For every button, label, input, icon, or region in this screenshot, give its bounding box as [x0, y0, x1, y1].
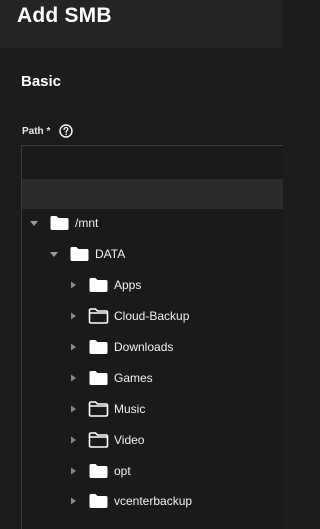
path-label: Path *	[22, 125, 51, 137]
path-input[interactable]	[22, 146, 283, 179]
caret-right-icon[interactable]	[68, 496, 78, 506]
folder-icon	[88, 401, 109, 417]
tree-node[interactable]: /mnt	[29, 211, 98, 235]
help-circle-icon[interactable]	[59, 124, 74, 138]
folder-icon	[88, 432, 109, 448]
caret-right-icon[interactable]	[68, 373, 78, 383]
tree-node-label: Downloads	[114, 340, 174, 354]
caret-right-icon[interactable]	[68, 311, 78, 321]
folder-icon	[69, 246, 90, 262]
folder-icon	[88, 277, 109, 293]
tree-node-label: /mnt	[75, 216, 99, 230]
tree-node[interactable]: Downloads	[68, 335, 173, 359]
folder-icon	[88, 493, 109, 509]
path-explorer: /mnt DATA Apps Cloud-Backup Downloads Games Mu…	[21, 145, 283, 529]
caret-right-icon[interactable]	[68, 342, 78, 352]
tree-node[interactable]: Games	[68, 366, 153, 390]
tree-node[interactable]: Video	[68, 428, 144, 452]
tree-node-label: Apps	[114, 278, 142, 292]
tree-node-label: DATA	[95, 247, 126, 261]
tree-node[interactable]: Apps	[68, 273, 141, 297]
folder-icon	[88, 339, 109, 355]
tree-node-label: opt	[114, 464, 131, 478]
dialog-header: Add SMB	[0, 0, 283, 48]
tree-node-label: vcenterbackup	[114, 494, 193, 508]
tree-node-label: Video	[114, 433, 145, 447]
folder-icon	[49, 215, 70, 231]
path-field-label-row: Path *	[22, 124, 74, 138]
tree-node[interactable]: Music	[68, 397, 145, 421]
tree-node-label: Cloud-Backup	[114, 309, 190, 323]
tree-node-label: Games	[114, 371, 153, 385]
tree-node[interactable]: vcenterbackup	[68, 489, 192, 513]
tree-node[interactable]: DATA	[49, 242, 125, 266]
folder-icon	[88, 308, 109, 324]
tree-node-label: Music	[114, 402, 146, 416]
caret-right-icon[interactable]	[68, 280, 78, 290]
caret-down-icon[interactable]	[29, 218, 39, 228]
folder-icon	[88, 463, 109, 479]
tree-filter-bar[interactable]	[22, 179, 283, 209]
tree-node[interactable]: opt	[68, 459, 131, 483]
page-title: Add SMB	[17, 4, 112, 27]
tree-node[interactable]: Cloud-Backup	[68, 304, 189, 328]
section-title: Basic	[21, 73, 62, 90]
caret-right-icon[interactable]	[68, 404, 78, 414]
caret-right-icon[interactable]	[68, 466, 78, 476]
caret-down-icon[interactable]	[49, 249, 59, 259]
caret-right-icon[interactable]	[68, 435, 78, 445]
folder-icon	[88, 370, 109, 386]
